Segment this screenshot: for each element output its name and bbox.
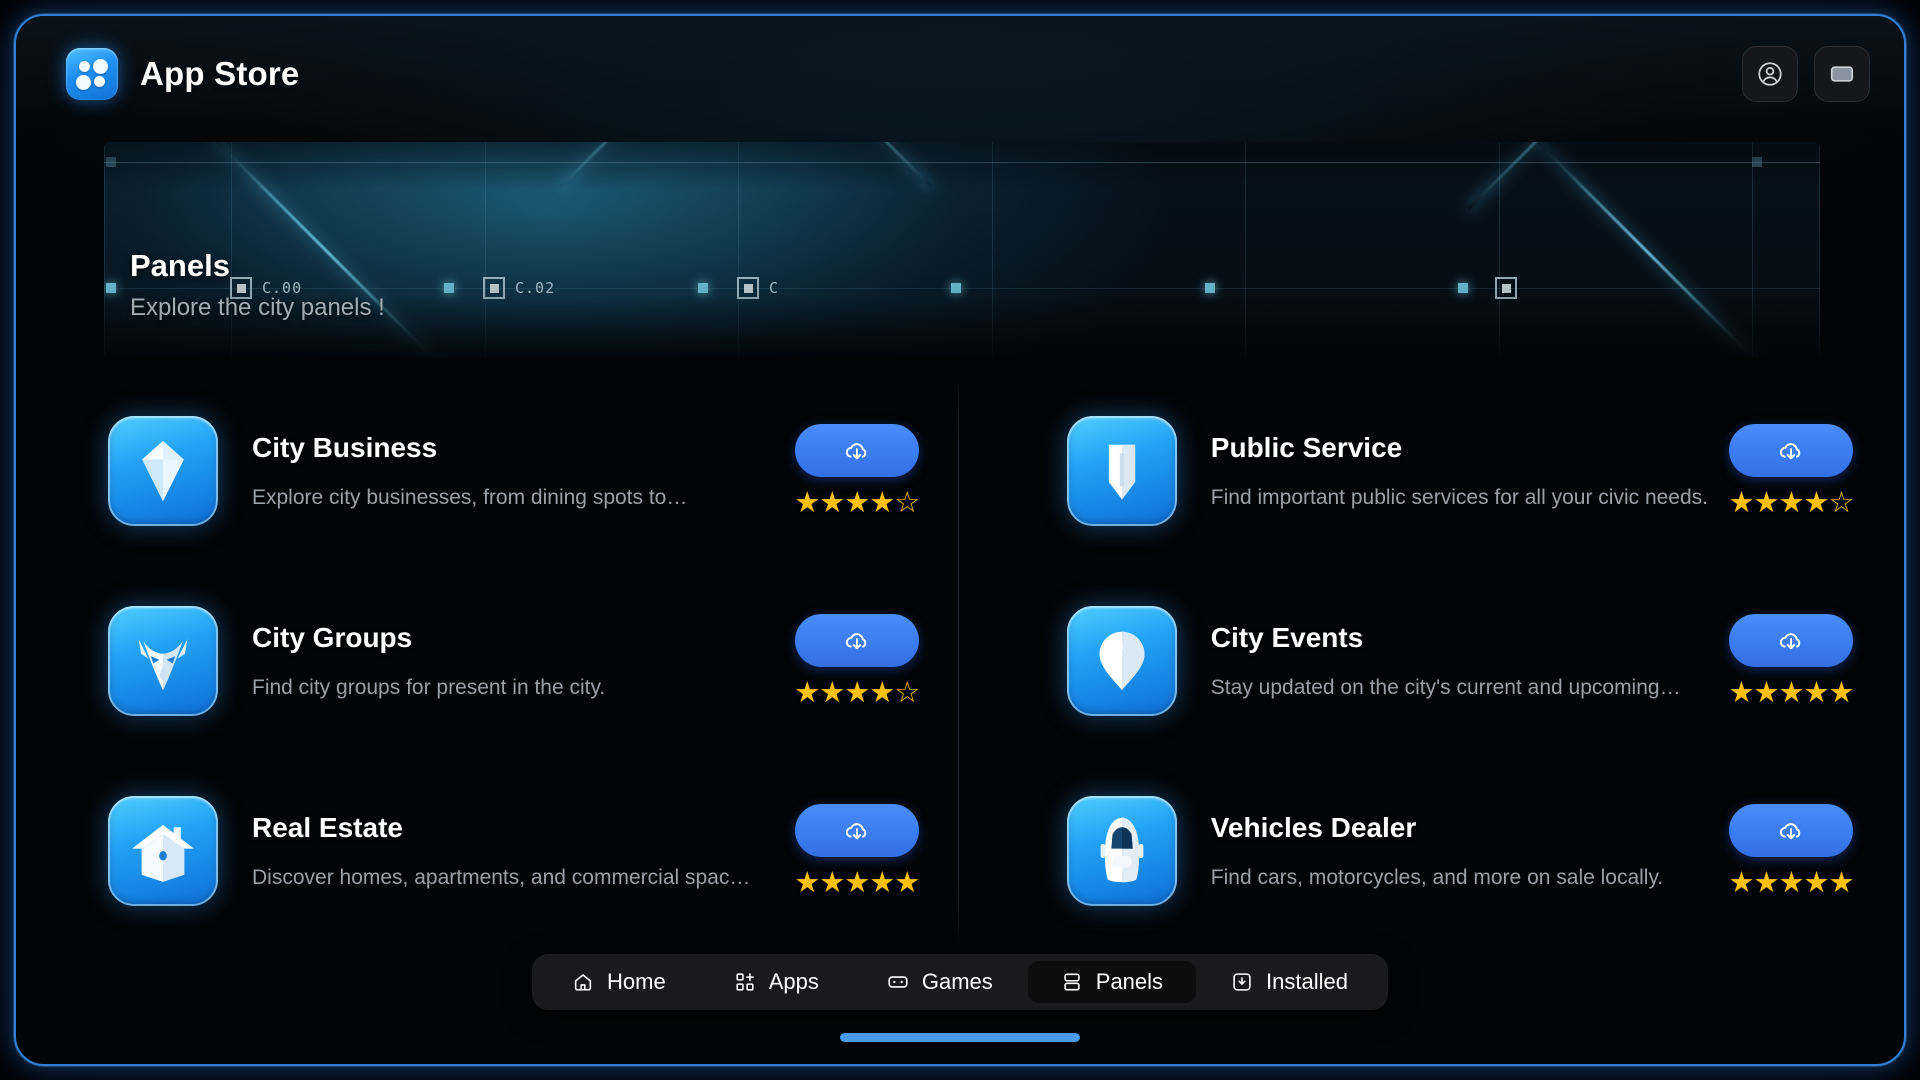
app-title: Public Service [1210,432,1403,463]
nav-item-home[interactable]: Home [538,960,700,1004]
download-button[interactable] [1729,614,1853,667]
nav-item-apps[interactable]: Apps [700,960,853,1004]
app-title: Real Estate [252,812,403,843]
nav-item-label: Games [921,969,993,994]
cloud-download-icon [1776,626,1806,656]
app-title: City Events [1210,622,1364,653]
nav-item-panels[interactable]: Panels [1026,960,1198,1004]
app-card-action: ★★★★☆ [794,424,920,518]
download-button[interactable] [1729,424,1853,477]
nav-item-games[interactable]: Games [853,960,1027,1004]
bottom-navigation: Home Apps Games Panels Installed [532,954,1388,1010]
app-card-action: ★★★★☆ [1728,424,1855,519]
download-button[interactable] [1729,804,1853,857]
app-card-text: City Groups Find city groups for present… [218,622,794,700]
banner-subtitle: Explore the city panels ! [130,294,385,321]
app-card-text: City Business Explore city businesses, f… [218,432,794,510]
banner-title: Panels [130,248,230,283]
app-grid-column-left: City Business Explore city businesses, f… [16,376,958,946]
nav-item-label: Apps [768,969,819,994]
app-window: App Store Panels Explore the city panels… [14,14,1906,1066]
app-title: Vehicles Dealer [1210,812,1417,843]
download-button[interactable] [794,804,919,857]
app-card[interactable]: City Events Stay updated on the city's c… [959,566,1904,756]
gem-diamond-icon [108,416,218,526]
app-card[interactable]: Public Service Find important public ser… [959,376,1904,566]
app-title: City Business [252,432,438,463]
app-card[interactable]: Real Estate Discover homes, apartments, … [16,756,958,946]
app-description: Find important public services for all y… [1210,486,1708,509]
app-card-action: ★★★★★ [1728,804,1855,899]
app-window-content: App Store Panels Explore the city panels… [16,16,1904,1064]
house-outline-icon [572,971,594,993]
rating-stars: ★★★★★ [1728,677,1855,709]
nav-item-label: Panels [1095,969,1164,994]
monitor-screen-icon [1828,60,1856,88]
nav-item-installed[interactable]: Installed [1197,960,1382,1004]
account-button[interactable] [1742,46,1798,102]
app-card[interactable]: City Business Explore city businesses, f… [16,376,958,566]
account-circle-icon [1756,60,1784,88]
gamepad-icon [887,971,909,993]
app-card[interactable]: Vehicles Dealer Find cars, motorcycles, … [959,756,1904,946]
rating-stars: ★★★★☆ [794,677,920,709]
app-header: App Store [16,16,1904,132]
app-card-text: Real Estate Discover homes, apartments, … [218,812,794,890]
cloud-download-icon [842,626,872,656]
cloud-download-icon [1776,816,1806,846]
download-button[interactable] [794,424,919,477]
app-title: City Groups [252,622,413,653]
app-grid: City Business Explore city businesses, f… [16,376,1904,946]
cloud-download-icon [842,816,872,846]
car-icon [1066,796,1177,906]
public-service-badge-icon [1066,416,1177,526]
display-button[interactable] [1814,46,1870,102]
house-icon [108,796,218,906]
app-card-action: ★★★★☆ [794,614,920,708]
wolf-head-icon [108,606,218,716]
rating-stars: ★★★★☆ [1728,487,1855,519]
app-store-grid-icon [66,48,118,100]
map-pin-icon [1066,606,1177,716]
app-card[interactable]: City Groups Find city groups for present… [16,566,958,756]
nav-item-label: Home [607,969,666,994]
download-box-icon [1231,971,1253,993]
rating-stars: ★★★★★ [1728,867,1855,899]
app-card-action: ★★★★★ [1728,614,1855,709]
cloud-download-icon [842,436,872,466]
rating-stars: ★★★★★ [794,867,920,899]
app-description: Explore city businesses, from dining spo… [252,486,688,509]
app-grid-column-right: Public Service Find important public ser… [959,376,1904,946]
app-description: Find city groups for present in the city… [252,676,606,699]
grid-plus-icon [734,971,756,993]
app-description: Discover homes, apartments, and commerci… [252,866,751,889]
rating-stars: ★★★★☆ [794,487,920,519]
app-card-text: City Events Stay updated on the city's c… [1177,622,1728,700]
panels-rows-icon [1061,971,1083,993]
app-card-action: ★★★★★ [794,804,920,898]
featured-banner[interactable]: C.00 C.02 C B.02 B.04 B.10 Panels Explor… [104,142,1820,358]
app-description: Find cars, motorcycles, and more on sale… [1210,866,1664,889]
download-button[interactable] [794,614,919,667]
banner-text-block: Panels Explore the city panels ! [104,248,385,358]
screen-root: App Store Panels Explore the city panels… [0,0,1920,1080]
cloud-download-icon [1776,436,1806,466]
page-title: App Store [140,55,300,92]
app-card-text: Vehicles Dealer Find cars, motorcycles, … [1177,812,1728,890]
nav-item-label: Installed [1266,969,1348,994]
app-description: Stay updated on the city's current and u… [1210,676,1681,699]
home-indicator[interactable] [840,1033,1080,1042]
app-card-text: Public Service Find important public ser… [1177,432,1728,510]
